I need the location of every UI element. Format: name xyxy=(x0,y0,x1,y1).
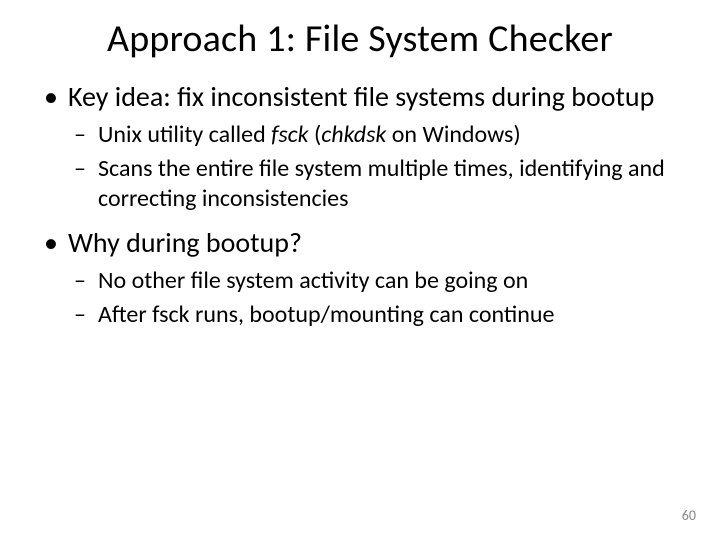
slide: Approach 1: File System Checker Key idea… xyxy=(0,0,720,540)
bullet-key-idea: Key idea: fix inconsistent file systems … xyxy=(40,80,680,214)
sub-bullet-after-fsck: After fsck runs, bootup/mounting can con… xyxy=(68,300,680,330)
sub-bullet-no-activity: No other file system activity can be goi… xyxy=(68,266,680,296)
bullet-text: Why during bootup? xyxy=(68,225,302,260)
page-number: 60 xyxy=(682,507,696,524)
bullet-text: Key idea: fix inconsistent file systems … xyxy=(68,79,654,114)
slide-title: Approach 1: File System Checker xyxy=(40,18,680,62)
bullet-list-level1: Key idea: fix inconsistent file systems … xyxy=(40,80,680,330)
text-chkdsk: chkdsk xyxy=(321,120,386,149)
bullet-list-level2: Unix utility called fsck (chkdsk on Wind… xyxy=(68,120,680,214)
sub-bullet-unix-utility: Unix utility called fsck (chkdsk on Wind… xyxy=(68,120,680,150)
bullet-list-level2: No other file system activity can be goi… xyxy=(68,266,680,330)
text-fragment: ( xyxy=(309,120,322,149)
bullet-text: No other file system activity can be goi… xyxy=(98,266,528,295)
bullet-why-bootup: Why during bootup? No other file system … xyxy=(40,226,680,330)
sub-bullet-scans: Scans the entire file system multiple ti… xyxy=(68,154,680,214)
text-fsck: fsck xyxy=(271,120,308,149)
text-fragment: Unix utility called xyxy=(98,120,271,149)
bullet-text: Scans the entire file system multiple ti… xyxy=(98,154,665,213)
text-fragment: on Windows) xyxy=(386,120,520,149)
bullet-text: After fsck runs, bootup/mounting can con… xyxy=(98,300,554,329)
